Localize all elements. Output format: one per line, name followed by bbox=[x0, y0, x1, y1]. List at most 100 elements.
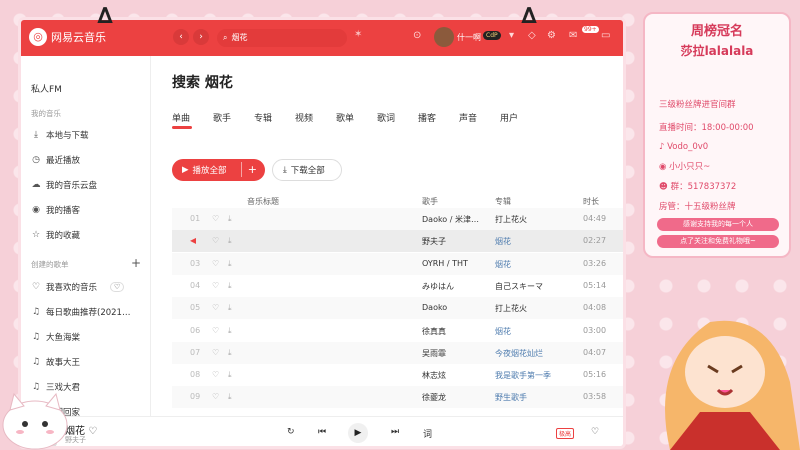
album-cell[interactable]: 自己スキーマ bbox=[495, 281, 575, 292]
back-button[interactable]: ‹ bbox=[173, 29, 189, 45]
table-row[interactable]: 08♡⤓烟花易冷 (Live) ( 电影《忍者神龟》插曲 )林志炫我是歌手第一季… bbox=[172, 364, 623, 386]
gear-icon[interactable]: ⚙ bbox=[547, 30, 556, 41]
vip-badge[interactable]: CdP bbox=[483, 31, 501, 40]
voice-search-icon[interactable]: ✶ bbox=[354, 29, 362, 40]
like-heart-icon[interactable]: ♡ bbox=[212, 303, 219, 312]
loop-mode-icon[interactable]: ↻ bbox=[287, 427, 295, 437]
table-row[interactable]: 03♡⤓烟花 SQOYRH / THT烟花03:26 bbox=[172, 252, 623, 275]
sidebar-item-liked[interactable]: ♡ 我喜欢的音乐 ♡ bbox=[31, 281, 125, 293]
download-icon[interactable]: ⤓ bbox=[228, 348, 232, 358]
now-playing-icon: ◀ bbox=[190, 236, 197, 246]
column-header-title[interactable]: 音乐标题 bbox=[247, 196, 279, 207]
play-all-button[interactable]: ▶ 播放全部 + bbox=[172, 159, 265, 181]
tab-lyrics[interactable]: 歌词 bbox=[377, 111, 395, 124]
like-heart-icon[interactable]: ♡ bbox=[212, 281, 219, 290]
duration-cell: 05:16 bbox=[583, 370, 607, 380]
next-icon[interactable]: ⏭ bbox=[391, 427, 399, 437]
table-row[interactable]: 07♡⤓今夜烟花灿烂 MV吴雨霏今夜烟花灿烂04:07 bbox=[172, 341, 623, 364]
album-cell[interactable]: 烟花 bbox=[495, 259, 575, 270]
search-input[interactable]: ⌕ 烟花 bbox=[217, 29, 347, 47]
previous-icon[interactable]: ⏮ bbox=[318, 427, 326, 437]
download-icon[interactable]: ⤓ bbox=[228, 281, 232, 291]
like-heart-icon[interactable]: ♡ bbox=[212, 259, 219, 268]
duration-cell: 03:58 bbox=[583, 392, 607, 402]
like-heart-icon[interactable]: ♡ bbox=[212, 326, 219, 335]
add-to-queue-icon[interactable]: + bbox=[240, 162, 257, 177]
download-icon[interactable]: ⤓ bbox=[228, 214, 232, 224]
tab-videos[interactable]: 视频 bbox=[295, 111, 313, 124]
column-header-duration[interactable]: 时长 bbox=[583, 196, 599, 207]
album-cell[interactable]: 今夜烟花灿烂 bbox=[495, 348, 575, 359]
play-pause-button[interactable]: ▶ bbox=[348, 423, 368, 443]
duration-cell: 04:08 bbox=[583, 303, 607, 313]
sidebar-item-daily[interactable]: ♫ 每日歌曲推荐(2021… bbox=[31, 306, 131, 318]
tab-playlists[interactable]: 歌单 bbox=[336, 111, 354, 124]
download-icon[interactable]: ⤓ bbox=[228, 303, 232, 313]
avatar[interactable] bbox=[434, 27, 454, 47]
sidebar-item-local-download[interactable]: ⤓ 本地与下载 bbox=[31, 129, 89, 141]
tab-albums[interactable]: 专辑 bbox=[254, 111, 272, 124]
tab-podcasts[interactable]: 播客 bbox=[418, 111, 436, 124]
singer-cell[interactable]: 徐夔龙 bbox=[422, 392, 492, 403]
sound-quality-badge[interactable]: 极高 bbox=[556, 428, 575, 439]
lyrics-button[interactable]: 词 bbox=[423, 427, 432, 440]
like-heart-icon[interactable]: ♡ bbox=[212, 392, 219, 401]
table-row[interactable]: 06♡⤓烟花 徐真真烟花03:00 bbox=[172, 320, 623, 342]
sidebar-item-fm[interactable]: 私人FM bbox=[31, 82, 62, 95]
singer-cell[interactable]: 野夫子 bbox=[422, 236, 492, 247]
mail-icon[interactable]: ✉ bbox=[569, 30, 577, 41]
username[interactable]: 什一啊 bbox=[457, 32, 481, 43]
sidebar-item-cloud[interactable]: ☁ 我的音乐云盘 bbox=[31, 179, 98, 191]
download-icon[interactable]: ⤓ bbox=[228, 236, 232, 246]
like-heart-icon[interactable]: ♡ bbox=[212, 214, 219, 223]
album-cell[interactable]: 打上花火 bbox=[495, 303, 575, 314]
singer-cell[interactable]: 林志炫 bbox=[422, 370, 492, 381]
like-heart-icon[interactable]: ♡ bbox=[212, 370, 219, 379]
heartbeat-mode-icon[interactable]: ♡ bbox=[110, 282, 125, 292]
download-icon[interactable]: ⤓ bbox=[228, 326, 232, 336]
singer-cell[interactable]: OYRH / THT bbox=[422, 259, 492, 268]
tab-sounds[interactable]: 声音 bbox=[459, 111, 477, 124]
album-cell[interactable]: 烟花 bbox=[495, 326, 575, 337]
singer-cell[interactable]: 吴雨霏 bbox=[422, 348, 492, 359]
album-cell[interactable]: 打上花火 bbox=[495, 214, 575, 225]
album-cell[interactable]: 烟花 bbox=[495, 236, 575, 247]
singer-cell[interactable]: Daoko bbox=[422, 303, 492, 312]
listen-recognition-icon[interactable]: ⊙ bbox=[413, 30, 421, 41]
qq-line: ☻ 群：517837372 bbox=[659, 180, 736, 192]
singer-cell[interactable]: Daoko / 米津… bbox=[422, 214, 492, 225]
add-playlist-button[interactable]: + bbox=[131, 256, 141, 270]
column-header-singer[interactable]: 歌手 bbox=[422, 196, 438, 207]
download-all-button[interactable]: ⤓ 下载全部 bbox=[272, 159, 342, 181]
table-row[interactable]: 05♡⤓Forever Friends ( 动画电影《升空的烟…SQDaoko打… bbox=[172, 297, 623, 320]
download-icon[interactable]: ⤓ bbox=[228, 392, 232, 402]
tab-songs[interactable]: 单曲 bbox=[172, 111, 190, 124]
album-cell[interactable]: 我是歌手第一季 bbox=[495, 370, 575, 381]
tab-users[interactable]: 用户 bbox=[500, 111, 518, 124]
like-heart-icon[interactable]: ♡ bbox=[212, 236, 219, 245]
singer-cell[interactable]: みゆはん bbox=[422, 281, 492, 292]
table-row[interactable]: 01♡⤓打上花火 ( 动画电影《升空的焰…SQ MVDaoko / 米津…打上花… bbox=[172, 208, 623, 230]
column-header-album[interactable]: 专辑 bbox=[495, 196, 511, 207]
album-cell[interactable]: 野生歌手 bbox=[495, 392, 575, 403]
download-icon[interactable]: ⤓ bbox=[228, 259, 232, 269]
table-row[interactable]: 04♡⤓花火のような恋 ( 烟花般的…VIP SQ MVみゆはん自己スキーマ05… bbox=[172, 275, 623, 297]
sidebar-item-podcast[interactable]: ◉ 我的播客 bbox=[31, 204, 80, 216]
tab-artists[interactable]: 歌手 bbox=[213, 111, 231, 124]
sidebar-item-recent[interactable]: ◷ 最近播放 bbox=[31, 154, 80, 166]
forward-button[interactable]: › bbox=[193, 29, 209, 45]
table-row[interactable]: 09♡⤓烟花大会 SQ徐夔龙野生歌手03:58 bbox=[172, 386, 623, 409]
like-heart-icon[interactable]: ♡ bbox=[88, 426, 97, 437]
sidebar-item-favorites[interactable]: ☆ 我的收藏 bbox=[31, 229, 80, 241]
sidebar-item-playlist[interactable]: ♫ 故事大王 bbox=[31, 356, 80, 368]
table-row[interactable]: ◀♡⤓烟花 野夫子烟花02:27 bbox=[172, 230, 623, 253]
effects-icon[interactable]: ♡ bbox=[591, 427, 599, 437]
like-heart-icon[interactable]: ♡ bbox=[212, 348, 219, 357]
play-icon: ▶ bbox=[182, 165, 189, 175]
sidebar-item-playlist[interactable]: ♫ 大鱼海棠 bbox=[31, 331, 80, 343]
mini-mode-icon[interactable]: ▭ bbox=[601, 30, 610, 41]
panel-line-text: 群：517837372 bbox=[670, 182, 737, 192]
cloud-icon: ☁ bbox=[31, 180, 41, 190]
download-icon[interactable]: ⤓ bbox=[228, 370, 232, 380]
singer-cell[interactable]: 徐真真 bbox=[422, 326, 492, 337]
